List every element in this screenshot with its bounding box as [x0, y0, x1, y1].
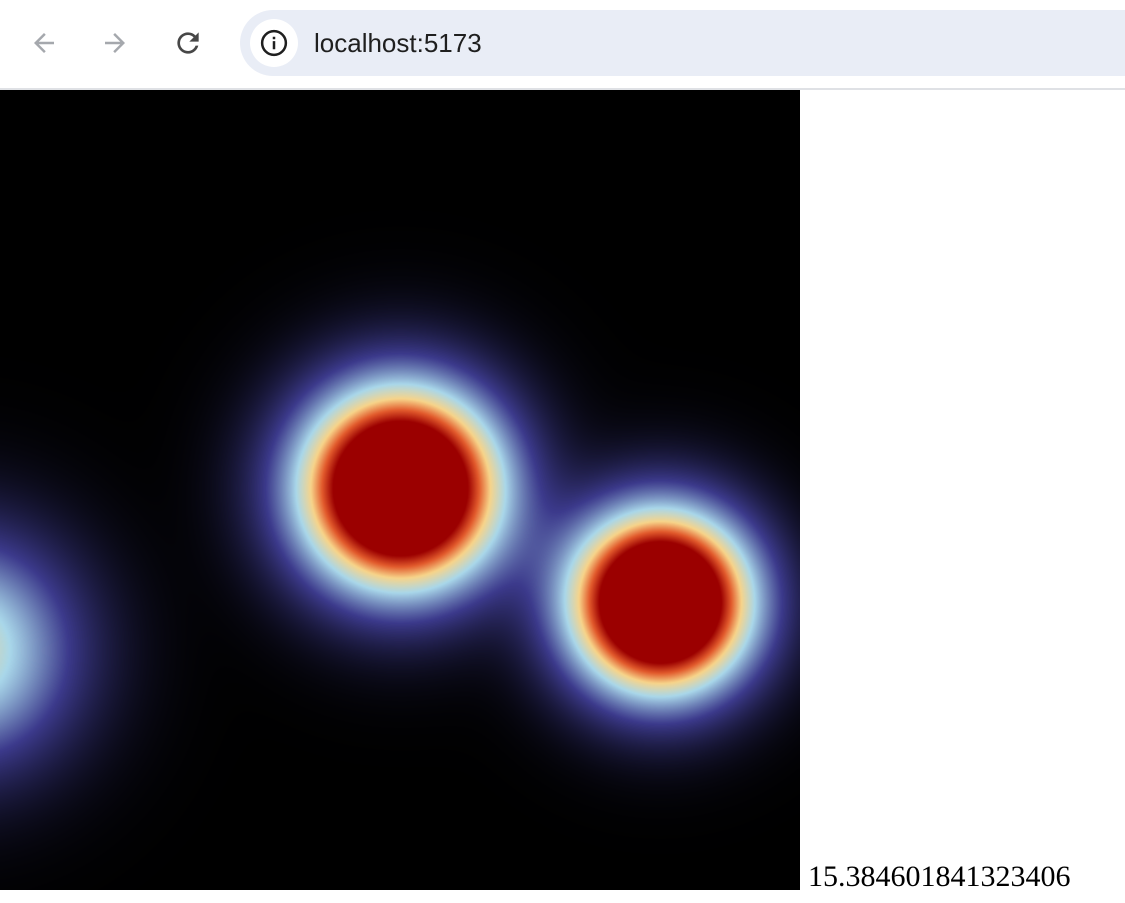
- page-viewport: 15.384601841323406: [0, 90, 1125, 903]
- arrow-left-icon: [34, 33, 54, 53]
- browser-toolbar: localhost:5173: [0, 0, 1125, 90]
- reload-icon: [177, 32, 199, 54]
- forward-button[interactable]: [93, 21, 137, 65]
- address-bar[interactable]: localhost:5173: [240, 10, 1125, 76]
- site-info-button[interactable]: [250, 19, 298, 67]
- url-text[interactable]: localhost:5173: [314, 27, 482, 59]
- back-button[interactable]: [22, 21, 66, 65]
- value-readout: 15.384601841323406: [808, 860, 1071, 893]
- arrow-right-icon: [105, 33, 125, 53]
- heatmap-canvas[interactable]: [0, 90, 800, 890]
- info-icon: [260, 29, 288, 57]
- reload-button[interactable]: [166, 21, 210, 65]
